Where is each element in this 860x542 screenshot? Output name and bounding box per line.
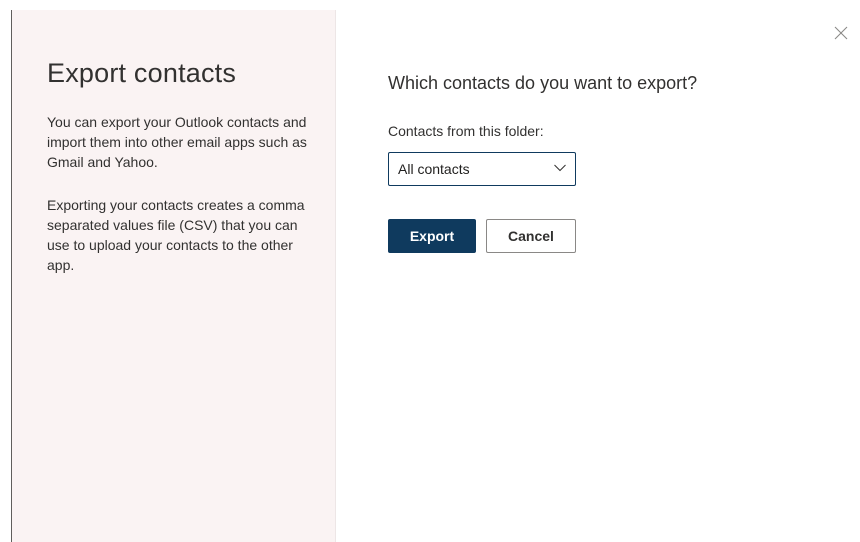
export-button[interactable]: Export	[388, 219, 476, 253]
export-contacts-dialog: Export contacts You can export your Outl…	[0, 0, 860, 542]
folder-dropdown[interactable]: All contacts	[388, 152, 576, 186]
cancel-button[interactable]: Cancel	[486, 219, 576, 253]
close-button[interactable]	[832, 24, 850, 42]
folder-dropdown-value: All contacts	[398, 161, 470, 177]
folder-label: Contacts from this folder:	[388, 123, 544, 139]
export-question-heading: Which contacts do you want to export?	[388, 73, 698, 93]
chevron-down-icon	[554, 164, 566, 172]
close-icon	[834, 26, 848, 40]
panel-description-2: Exporting your contacts creates a comma …	[47, 197, 305, 273]
panel-description-1: You can export your Outlook contacts and…	[47, 114, 307, 170]
panel-title: Export contacts	[47, 58, 237, 88]
info-side-panel: Export contacts You can export your Outl…	[12, 10, 336, 542]
